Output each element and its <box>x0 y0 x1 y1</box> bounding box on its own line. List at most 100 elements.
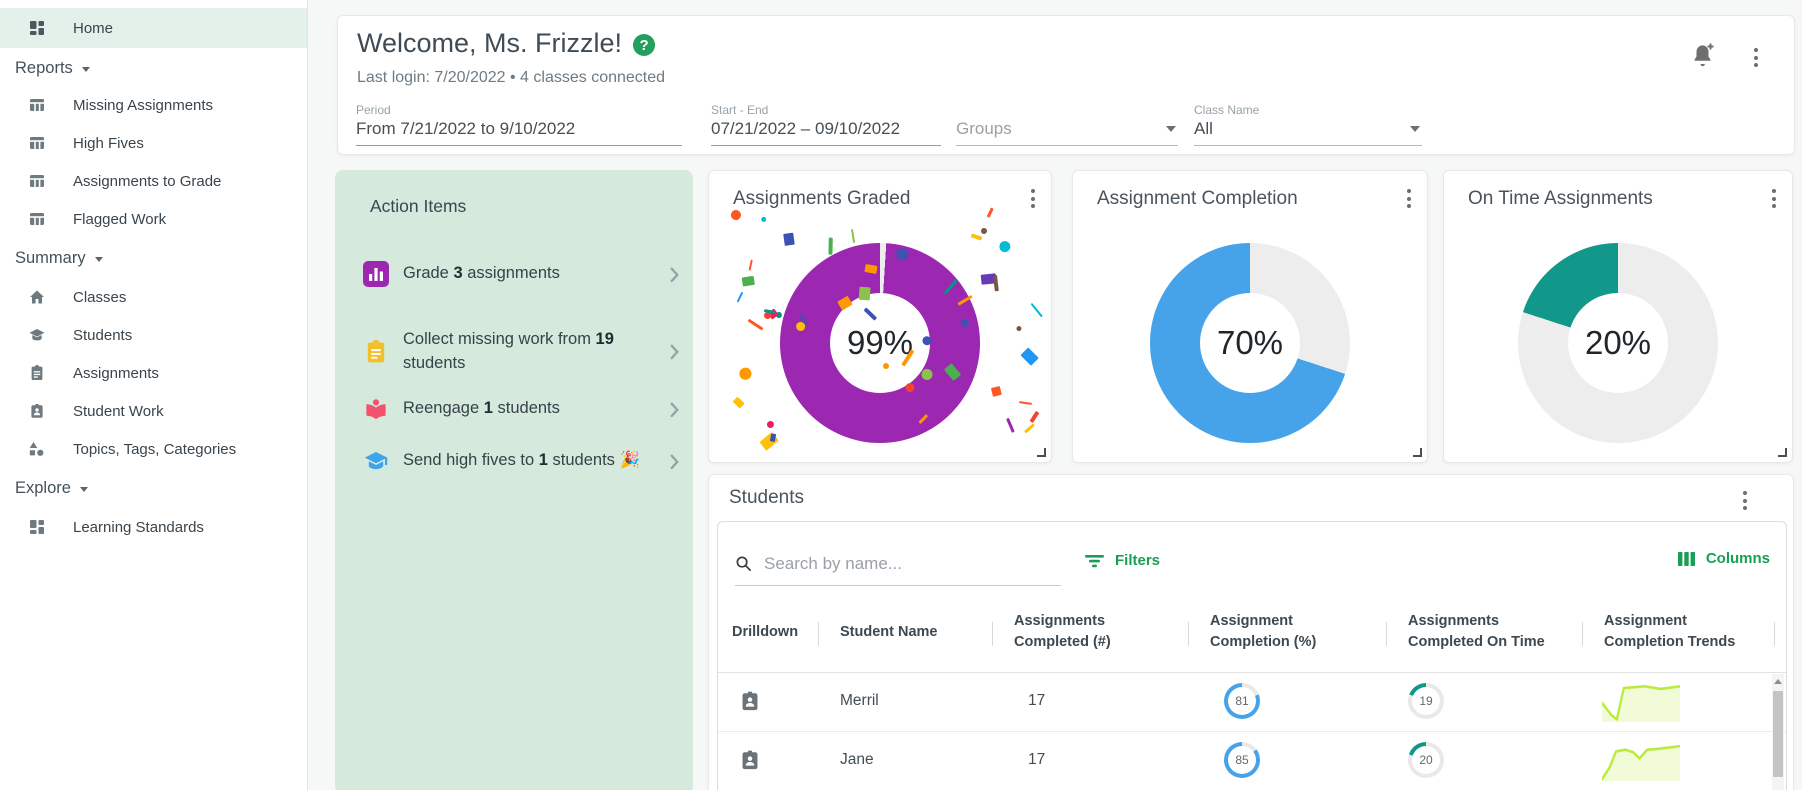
drilldown-badge-icon[interactable] <box>738 748 762 772</box>
kebab-menu-icon[interactable] <box>1768 185 1780 212</box>
start-end-field[interactable]: Start - End 07/21/2022 – 09/10/2022 <box>711 108 941 146</box>
action-text: Send high fives to <box>403 451 539 469</box>
completion-ring: 85 <box>1224 742 1260 778</box>
filter-icon <box>1085 554 1104 568</box>
chevron-right-icon <box>670 454 679 469</box>
column-header-assignments-completed[interactable]: AssignmentsCompleted (#) <box>1014 611 1111 653</box>
sidebar: Home Reports Missing Assignments High Fi… <box>0 0 308 790</box>
dashboard-icon <box>28 518 46 536</box>
sidebar-section-reports[interactable]: Reports <box>15 56 90 80</box>
filters-label: Filters <box>1115 552 1160 569</box>
sidebar-item-home[interactable]: Home <box>0 8 307 48</box>
sidebar-section-explore[interactable]: Explore <box>15 476 88 500</box>
on-time-ring-value: 20 <box>1412 746 1440 774</box>
help-icon[interactable]: ? <box>633 34 655 56</box>
page-title: Welcome, Ms. Frizzle! <box>357 28 622 59</box>
action-text: students 🎉 <box>548 451 640 469</box>
sidebar-item-missing-assignments[interactable]: Missing Assignments <box>0 86 307 124</box>
dropdown-arrow-icon <box>1166 126 1176 132</box>
groups-placeholder: Groups <box>956 119 1012 139</box>
column-divider <box>1386 622 1387 646</box>
sidebar-section-summary[interactable]: Summary <box>15 246 103 270</box>
period-value: From 7/21/2022 to 9/10/2022 <box>356 119 575 139</box>
students-title: Students <box>729 487 804 509</box>
student-name: Merril <box>840 692 879 710</box>
dropdown-arrow-icon <box>1410 126 1420 132</box>
column-divider <box>1188 622 1189 646</box>
notifications-bell-icon[interactable] <box>1689 42 1716 67</box>
table-row: Jane 17 85 20 <box>718 731 1786 790</box>
on-time-assignments-donut: 20% <box>1518 243 1718 443</box>
students-panel: Students Filters Columns Drilldown Stude… <box>708 474 1794 790</box>
table-scrollbar[interactable] <box>1772 674 1784 790</box>
completion-trend-sparkline <box>1602 741 1680 781</box>
column-header-completion-trends[interactable]: AssignmentCompletion Trends <box>1604 611 1735 653</box>
sidebar-item-assignments[interactable]: Assignments <box>0 354 307 392</box>
card-title: Assignment Completion <box>1097 188 1298 210</box>
kebab-menu-icon[interactable] <box>1027 185 1039 212</box>
chevron-down-icon <box>95 257 103 262</box>
search-input[interactable] <box>762 553 1061 575</box>
class-name-label: Class Name <box>1194 103 1259 117</box>
chevron-down-icon <box>80 487 88 492</box>
action-item-grade-assignments[interactable]: Grade 3 assignments <box>363 261 679 287</box>
kebab-menu-icon[interactable] <box>1739 487 1751 514</box>
class-name-select[interactable]: Class Name All <box>1194 108 1422 146</box>
kebab-menu-icon[interactable] <box>1750 44 1762 71</box>
resize-grip[interactable] <box>1413 448 1422 457</box>
sidebar-item-topics-tags-categories[interactable]: Topics, Tags, Categories <box>0 430 307 468</box>
filters-button[interactable]: Filters <box>1085 552 1160 569</box>
action-item-collect-missing-work[interactable]: Collect missing work from 19 students <box>363 328 679 376</box>
groups-select[interactable]: Groups <box>956 108 1178 146</box>
sidebar-item-assignments-to-grade[interactable]: Assignments to Grade <box>0 162 307 200</box>
action-count: 1 <box>484 399 493 417</box>
period-field[interactable]: Period From 7/21/2022 to 9/10/2022 <box>356 108 682 146</box>
table-icon <box>28 134 46 152</box>
column-header-assignment-completion[interactable]: AssignmentCompletion (%) <box>1210 611 1316 653</box>
resize-grip[interactable] <box>1037 448 1046 457</box>
action-text: students <box>403 354 465 372</box>
on-time-ring: 19 <box>1408 683 1444 719</box>
sidebar-item-label: Learning Standards <box>73 519 204 536</box>
welcome-header-card: Welcome, Ms. Frizzle! ? Last login: 7/20… <box>337 15 1795 155</box>
resize-grip[interactable] <box>1778 448 1787 457</box>
clipboard-icon <box>363 339 389 365</box>
sidebar-item-classes[interactable]: Classes <box>0 278 307 316</box>
completion-ring-value: 81 <box>1228 687 1256 715</box>
action-item-reengage-students[interactable]: Reengage 1 students <box>363 396 679 422</box>
sidebar-item-label: Assignments to Grade <box>73 173 221 190</box>
completion-ring-value: 85 <box>1228 746 1256 774</box>
action-items-panel: Action Items Grade 3 assignments Collect… <box>335 170 693 790</box>
action-text: Collect missing work from <box>403 330 596 348</box>
assignments-graded-card: Assignments Graded 99% <box>708 170 1052 463</box>
action-text: assignments <box>463 264 560 282</box>
drilldown-badge-icon[interactable] <box>738 689 762 713</box>
sidebar-item-label: Flagged Work <box>73 211 166 228</box>
sidebar-item-student-work[interactable]: Student Work <box>0 392 307 430</box>
sidebar-item-high-fives[interactable]: High Fives <box>0 124 307 162</box>
sidebar-item-learning-standards[interactable]: Learning Standards <box>0 508 307 546</box>
graduation-cap-icon <box>363 448 389 474</box>
scrollbar-thumb[interactable] <box>1773 691 1783 777</box>
scrollbar-up-arrow-icon[interactable] <box>1774 679 1782 684</box>
action-count: 19 <box>596 330 614 348</box>
completion-ring: 81 <box>1224 683 1260 719</box>
sidebar-item-students[interactable]: Students <box>0 316 307 354</box>
columns-button[interactable]: Columns <box>1678 550 1770 567</box>
table-icon <box>28 96 46 114</box>
column-header-completed-on-time[interactable]: AssignmentsCompleted On Time <box>1408 611 1545 653</box>
table-icon <box>28 172 46 190</box>
sidebar-item-flagged-work[interactable]: Flagged Work <box>0 200 307 238</box>
column-header-drilldown[interactable]: Drilldown <box>732 622 798 643</box>
home-icon <box>28 288 46 306</box>
on-time-ring-value: 19 <box>1412 687 1440 715</box>
period-label: Period <box>356 103 391 117</box>
donut-value: 99% <box>847 324 913 362</box>
student-name: Jane <box>840 751 874 769</box>
column-header-student-name[interactable]: Student Name <box>840 622 938 643</box>
action-item-send-high-fives[interactable]: Send high fives to 1 students 🎉 <box>363 448 679 474</box>
action-count: 1 <box>539 451 548 469</box>
kebab-menu-icon[interactable] <box>1403 185 1415 212</box>
chevron-down-icon <box>82 67 90 72</box>
search-box <box>735 542 1061 586</box>
